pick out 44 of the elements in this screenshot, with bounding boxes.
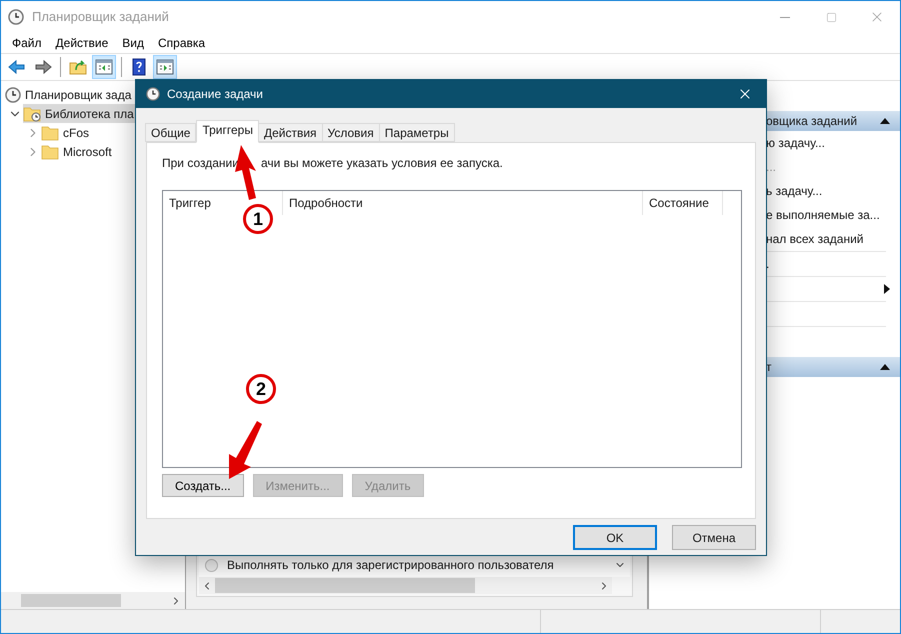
instruction-text: ачи вы можете указать условия ее запуска. (260, 155, 503, 170)
dialog-button[interactable]: Отмена (672, 525, 756, 550)
instruction-text: При создании (162, 155, 239, 170)
column-header[interactable]: Состояние (643, 191, 723, 215)
forward-arrow-icon (33, 57, 53, 77)
action-link[interactable]: нал всех заданий (766, 230, 864, 248)
panel-icon (155, 57, 175, 77)
tree-item[interactable]: Планировщик зада (5, 85, 140, 104)
panel-button[interactable] (153, 55, 177, 79)
tab[interactable]: Общие (145, 123, 196, 142)
actions-header-title: т (766, 359, 772, 376)
panel-icon (94, 57, 114, 77)
menu-item[interactable]: Справка (158, 34, 206, 52)
app-clock-icon (8, 9, 24, 25)
tree-item[interactable]: Microsoft (41, 142, 120, 161)
dialog-button[interactable]: OK (573, 525, 657, 550)
annotation-arrow (229, 421, 262, 479)
tab[interactable]: Условия (322, 123, 380, 142)
tab[interactable]: Параметры (378, 123, 455, 142)
window-title: Планировщик заданий (32, 8, 169, 26)
dialog-title: Создание задачи (167, 86, 263, 103)
clock-icon (5, 86, 21, 102)
folder-icon (41, 144, 59, 160)
maximize-icon (826, 12, 836, 22)
dialog-button[interactable]: Создать... (162, 474, 244, 497)
panel-button[interactable] (92, 55, 116, 79)
action-link[interactable]: ю задачу... (766, 134, 825, 152)
horizontal-scrollbar[interactable] (199, 577, 612, 594)
menu-item[interactable]: Действие (56, 34, 108, 52)
horizontal-scrollbar[interactable] (1, 592, 185, 609)
menu-item[interactable]: Вид (122, 34, 144, 52)
minimize-icon (780, 16, 790, 18)
folder-icon (23, 106, 41, 122)
actions-header-title: овщика заданий (766, 113, 858, 130)
action-link[interactable]: ь задачу... (766, 182, 822, 200)
tab[interactable]: Триггеры (196, 120, 259, 143)
column-header[interactable]: Подробности (283, 191, 643, 215)
submenu-arrow-icon[interactable] (884, 284, 890, 294)
back-arrow-icon (7, 57, 27, 77)
menu-item[interactable]: Файл (12, 34, 42, 52)
tab[interactable]: Действия (258, 123, 323, 142)
tree-item[interactable]: cFos (41, 123, 98, 142)
radio-label: Выполнять только для зарегистрированного пользователя (227, 557, 554, 574)
dialog-clock-icon (146, 87, 160, 101)
